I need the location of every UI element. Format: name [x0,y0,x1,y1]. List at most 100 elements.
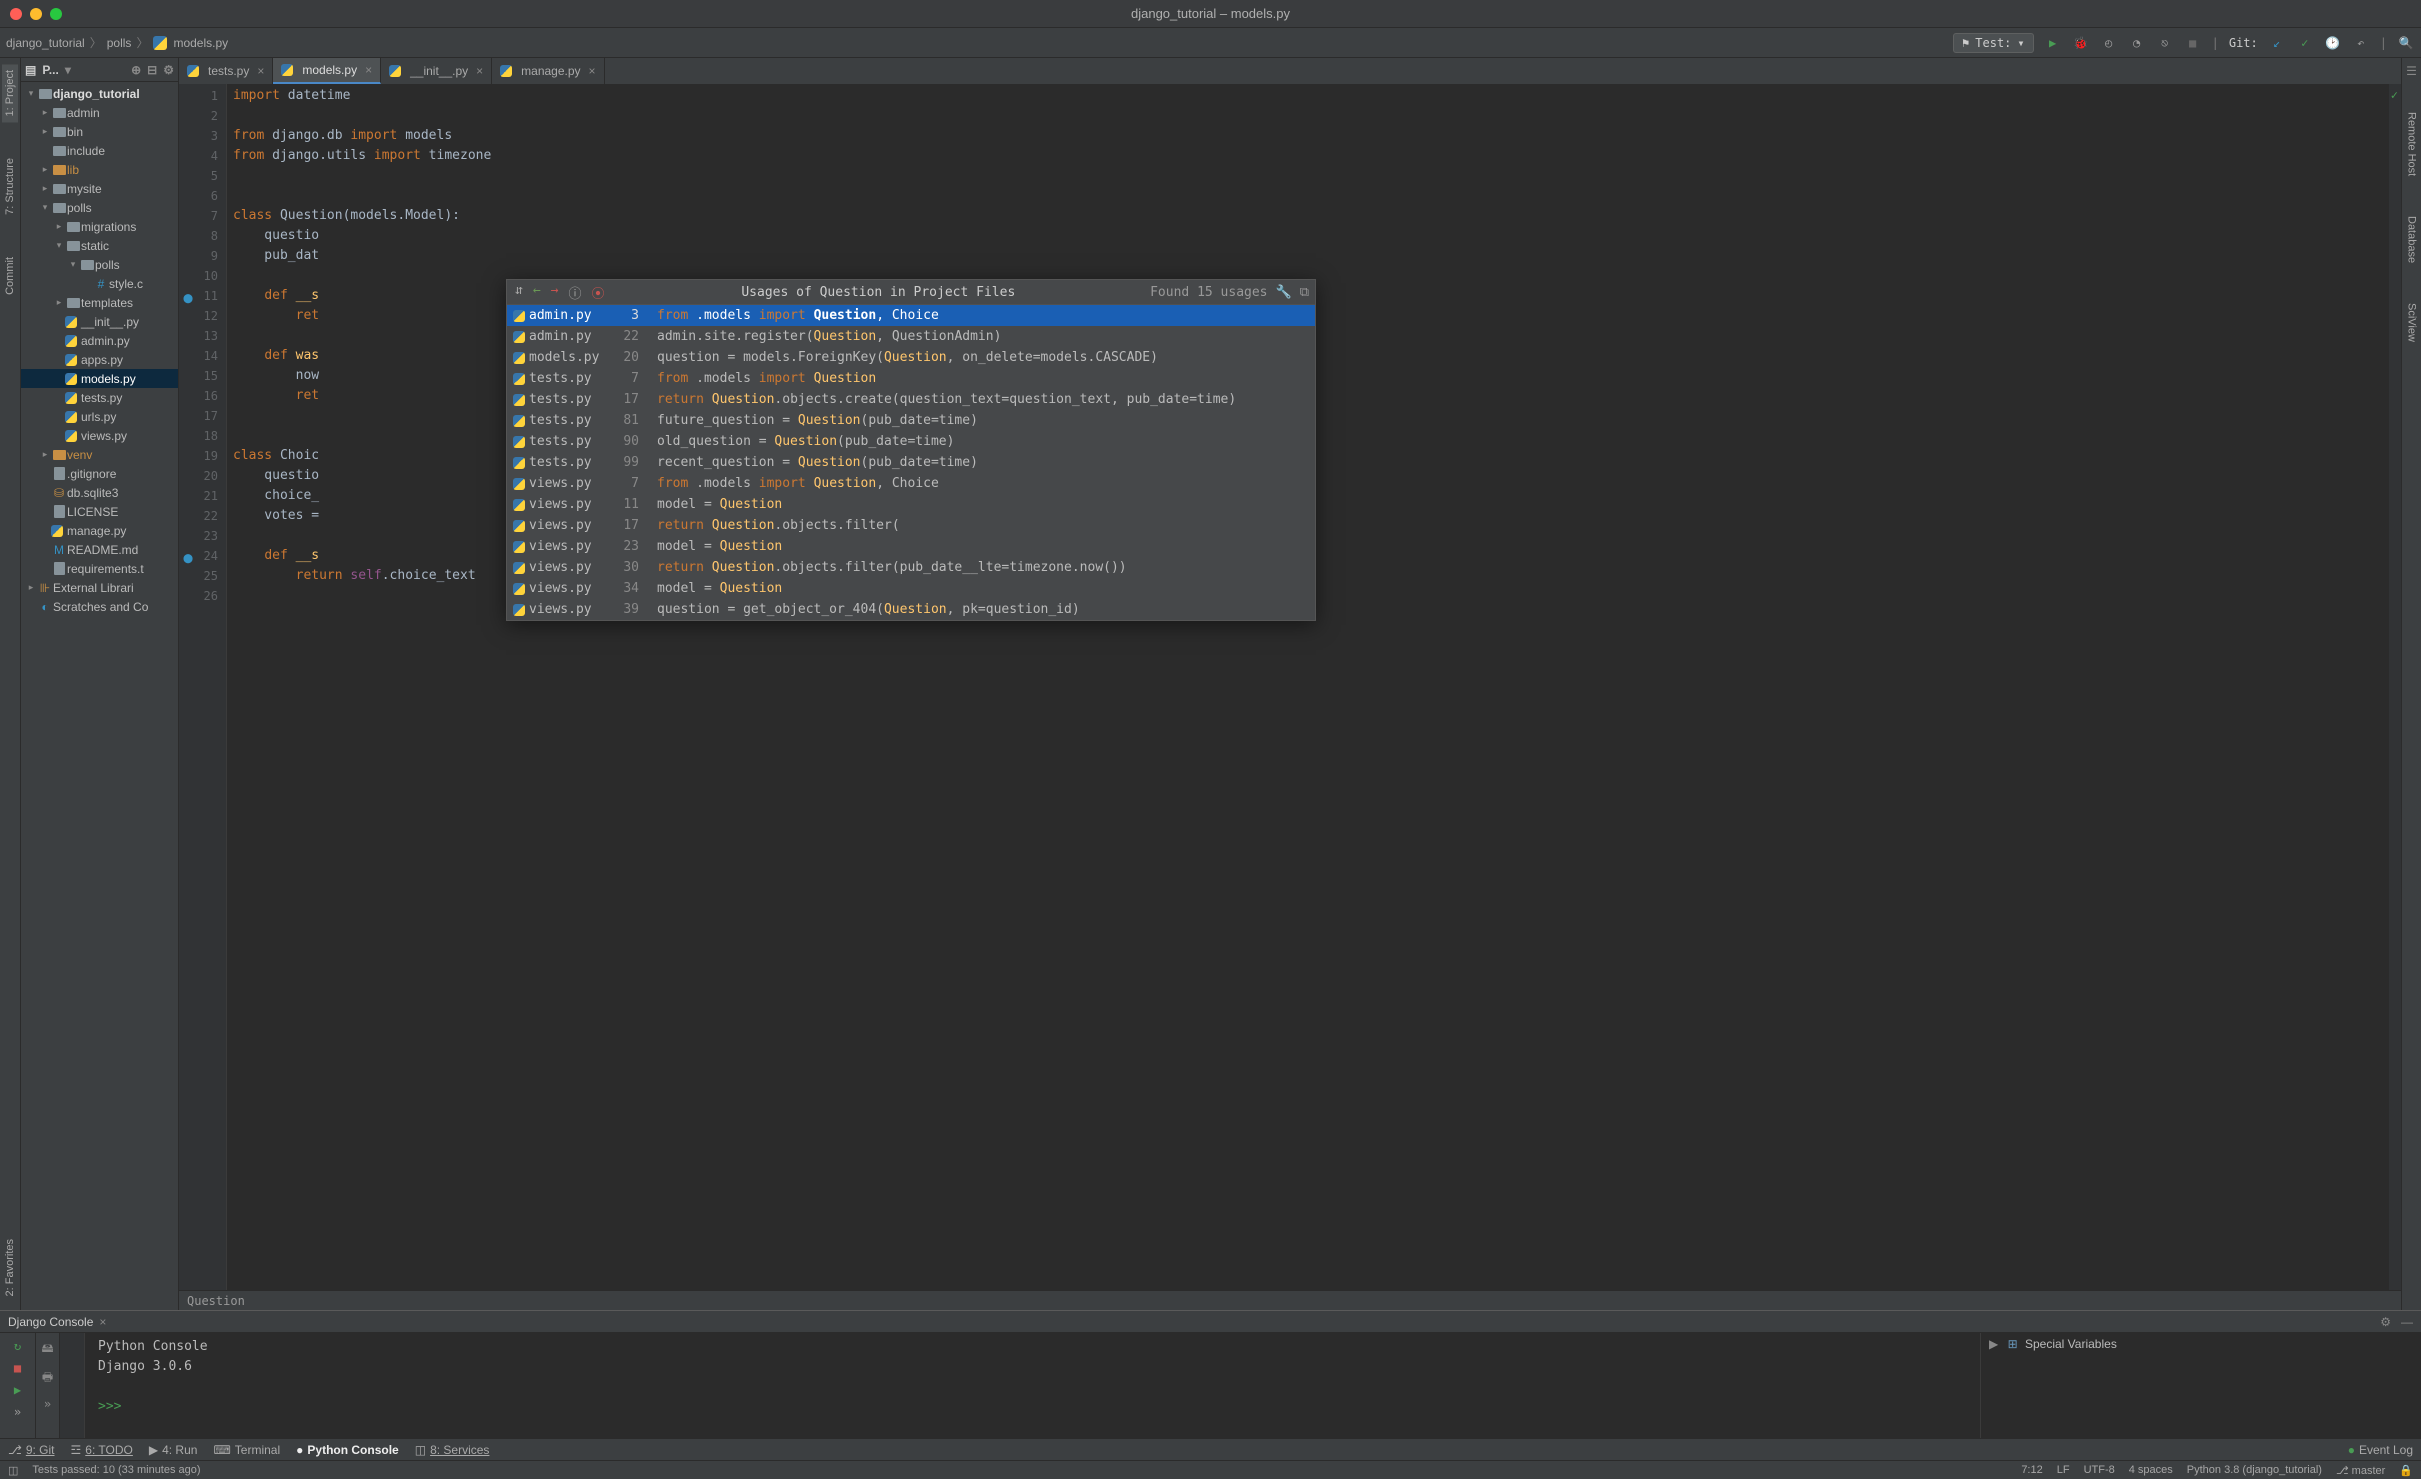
rerun-icon[interactable]: ↻ [14,1339,21,1353]
indent-info[interactable]: 4 spaces [2129,1464,2173,1476]
locate-icon[interactable]: ⊕ [131,63,141,77]
tree-row[interactable]: #style.c [21,274,178,293]
revert-icon[interactable]: ↶ [2352,34,2370,52]
close-icon[interactable]: × [99,1315,106,1329]
debug-icon[interactable]: 🐞 [2072,34,2090,52]
more-icon[interactable]: » [44,1397,51,1411]
window-controls[interactable] [10,8,62,20]
tool-python-console[interactable]: ● Python Console [296,1443,399,1457]
breadcrumb-item[interactable]: polls [107,36,132,50]
tree-row[interactable]: ▾polls [21,198,178,217]
next-icon[interactable]: → [549,283,561,302]
wrench-icon[interactable]: 🔧 [1276,285,1292,300]
tree-row[interactable]: MREADME.md [21,540,178,559]
usage-row[interactable]: models.py20question = models.ForeignKey(… [507,347,1315,368]
tree-row[interactable]: LICENSE [21,502,178,521]
tree-row[interactable]: apps.py [21,350,178,369]
usage-row[interactable]: tests.py99recent_question = Question(pub… [507,452,1315,473]
tab-commit[interactable]: Commit [2,251,18,301]
close-icon[interactable]: × [476,64,483,78]
project-tree[interactable]: ▾django_tutorial▸admin▸bininclude▸lib▸my… [21,82,178,1310]
usage-row[interactable]: tests.py90old_question = Question(pub_da… [507,431,1315,452]
tool-git[interactable]: ⎇ 9: Git [8,1443,55,1457]
tree-row[interactable]: urls.py [21,407,178,426]
close-window-icon[interactable] [10,8,22,20]
breadcrumb[interactable]: django_tutorial 〉 polls 〉 models.py [6,34,228,51]
tree-row[interactable]: ▾django_tutorial [21,84,178,103]
tree-row[interactable]: ▸mysite [21,179,178,198]
git-history-icon[interactable]: 🕑 [2324,34,2342,52]
tree-row[interactable]: admin.py [21,331,178,350]
code-editor[interactable]: 12345678910⬤11121314151617181920212223⬤2… [179,84,2401,1290]
interpreter[interactable]: Python 3.8 (django_tutorial) [2187,1464,2322,1476]
usages-popup[interactable]: ⇵ ← → ⓘ ⦿ Usages of Question in Project … [506,279,1316,621]
more-icon[interactable]: » [14,1405,21,1419]
gear-icon[interactable]: ⚙ [2380,1315,2391,1329]
console-tab-name[interactable]: Django Console [8,1315,93,1329]
run-icon[interactable]: ▶ [2044,34,2062,52]
minimize-icon[interactable]: — [2401,1315,2413,1329]
tab-database[interactable]: Database [2404,210,2420,269]
usage-row[interactable]: views.py34model = Question [507,578,1315,599]
highlight-icon[interactable]: ⦿ [590,283,607,302]
tab-favorites[interactable]: 2: Favorites [2,1233,18,1302]
console-variables[interactable]: ▶ ⊞ Special Variables [1981,1333,2421,1438]
expand-icon[interactable]: ▶ [1989,1337,1998,1351]
tree-row[interactable]: ⛁db.sqlite3 [21,483,178,502]
toggle-panel-icon[interactable]: ◫ [8,1464,18,1477]
usage-row[interactable]: views.py17return Question.objects.filter… [507,515,1315,536]
tool-run[interactable]: ▶ 4: Run [149,1443,198,1457]
search-icon[interactable]: 🔍 [2397,34,2415,52]
event-log[interactable]: ● Event Log [2348,1443,2413,1457]
tree-row[interactable]: models.py [21,369,178,388]
tree-row[interactable]: ▸admin [21,103,178,122]
tree-row[interactable]: ▸venv [21,445,178,464]
breadcrumb-item[interactable]: django_tutorial [6,36,85,50]
close-icon[interactable]: × [365,63,372,77]
tab-sciview[interactable]: SciView [2404,297,2420,348]
file-encoding[interactable]: UTF-8 [2084,1464,2115,1476]
tree-row[interactable]: ▸⊪External Librari [21,578,178,597]
tab-project[interactable]: 1: Project [2,64,18,122]
tree-row[interactable]: ▸bin [21,122,178,141]
usage-row[interactable]: views.py39question = get_object_or_404(Q… [507,599,1315,620]
tool-todo[interactable]: ☲ 6: TODO [71,1443,133,1457]
maximize-window-icon[interactable] [50,8,62,20]
chevron-down-icon[interactable]: ▾ [65,63,71,77]
cursor-position[interactable]: 7:12 [2021,1464,2042,1476]
info-icon[interactable]: ⓘ [566,283,583,302]
tree-row[interactable]: include [21,141,178,160]
editor-tab[interactable]: manage.py× [492,58,604,84]
menu-icon[interactable]: ☰ [2406,64,2417,78]
line-separator[interactable]: LF [2057,1464,2070,1476]
usage-row[interactable]: views.py23model = Question [507,536,1315,557]
usage-row[interactable]: views.py11model = Question [507,494,1315,515]
usage-row[interactable]: tests.py81future_question = Question(pub… [507,410,1315,431]
editor-breadcrumb-item[interactable]: Question [187,1294,245,1308]
usage-row[interactable]: tests.py7from .models import Question [507,368,1315,389]
git-update-icon[interactable]: ↙ [2268,34,2286,52]
close-icon[interactable]: × [589,64,596,78]
tree-row[interactable]: requirements.t [21,559,178,578]
stop-icon[interactable]: ■ [14,1361,21,1375]
tool-services[interactable]: ◫ 8: Services [415,1443,490,1457]
error-stripe[interactable]: ✓ [2389,84,2401,1290]
tab-structure[interactable]: 7: Structure [2,152,18,221]
editor-breadcrumb-bar[interactable]: Question [179,1290,2401,1310]
pin-icon[interactable]: ⧉ [1300,285,1309,300]
close-icon[interactable]: × [257,64,264,78]
usage-row[interactable]: views.py30return Question.objects.filter… [507,557,1315,578]
console-output[interactable]: Python Console Django 3.0.6 >>> [60,1333,1981,1438]
tree-row[interactable]: tests.py [21,388,178,407]
console-prompt[interactable]: >>> [68,1397,1972,1417]
run-configuration-selector[interactable]: ⚑ Test: ▾ [1953,33,2034,53]
concurrency-icon[interactable]: ⎋ [2156,34,2174,52]
usage-row[interactable]: admin.py22admin.site.register(Question, … [507,326,1315,347]
usage-row[interactable]: tests.py17return Question.objects.create… [507,389,1315,410]
usage-row[interactable]: views.py7from .models import Question, C… [507,473,1315,494]
stop-icon[interactable]: ■ [2184,34,2202,52]
tree-row[interactable]: manage.py [21,521,178,540]
run-icon[interactable]: ▶ [14,1383,21,1397]
filter-icon[interactable]: ⇵ [513,283,525,302]
code-content[interactable]: import datetime from django.db import mo… [227,84,2401,1290]
